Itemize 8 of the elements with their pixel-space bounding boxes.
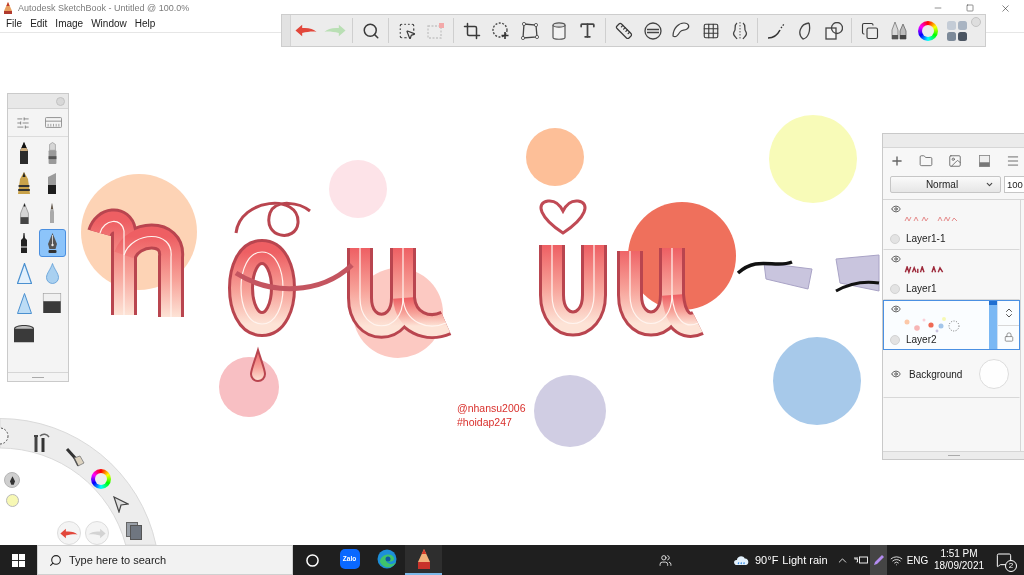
notification-count-badge: 2 bbox=[1005, 560, 1017, 572]
window-title: Autodesk SketchBook - Untitled @ 100.0% bbox=[18, 2, 190, 15]
layer-name: Background bbox=[909, 367, 963, 382]
layer-name: Layer1 bbox=[906, 283, 937, 295]
layer-name: Layer2 bbox=[906, 334, 937, 346]
layer-name: Layer1-1 bbox=[906, 233, 946, 245]
signature-text: @nhansu2006 bbox=[457, 401, 526, 415]
signature-text: #hoidap247 bbox=[457, 415, 513, 429]
